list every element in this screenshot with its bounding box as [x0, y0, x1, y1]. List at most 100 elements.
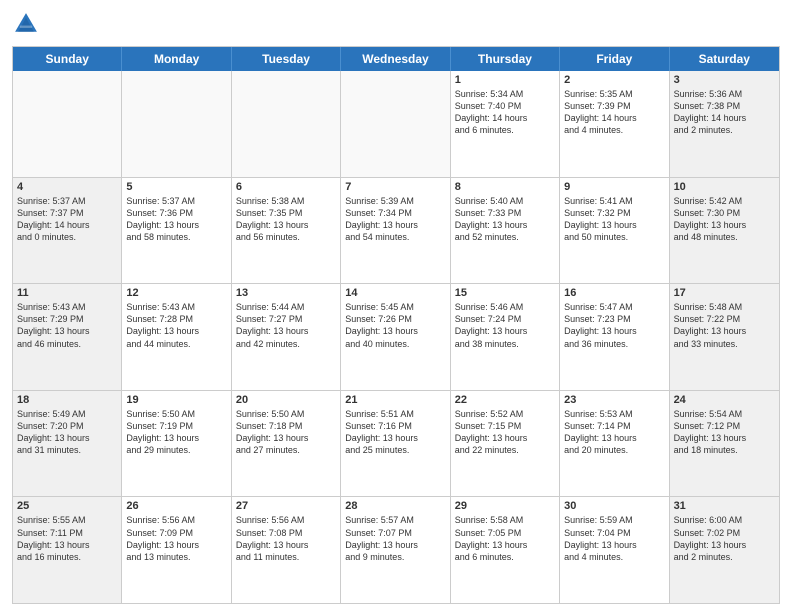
cell-line: Sunset: 7:02 PM	[674, 527, 775, 539]
cell-line: Daylight: 13 hours	[126, 539, 226, 551]
cal-cell-day-3: 3Sunrise: 5:36 AMSunset: 7:38 PMDaylight…	[670, 71, 779, 177]
calendar-row-1: 4 Sunrise: 5:37 AMSunset: 7:37 PM Daylight…	[13, 177, 779, 284]
cell-line: Daylight: 14 hours	[455, 112, 555, 124]
cell-line: Sunset: 7:37 PM	[17, 207, 117, 219]
cell-line: Sunset: 7:08 PM	[236, 527, 336, 539]
cal-cell-day-30: 30Sunrise: 5:59 AMSunset: 7:04 PMDayligh…	[560, 497, 669, 603]
cell-line: Sunrise: 5:37 AM	[17, 195, 117, 207]
header	[12, 10, 780, 38]
cal-cell-day-4: 4Sunrise: 5:37 AMSunset: 7:37 PMDaylight…	[13, 178, 122, 284]
day-number: 28	[345, 500, 445, 512]
cell-line: and 48 minutes.	[674, 231, 775, 243]
cell-line: and 54 minutes.	[345, 231, 445, 243]
cal-cell-day-15: 15Sunrise: 5:46 AMSunset: 7:24 PMDayligh…	[451, 284, 560, 390]
cell-line: and 36 minutes.	[564, 338, 664, 350]
cell-line: and 52 minutes.	[455, 231, 555, 243]
cell-line: Sunrise: 5:42 AM	[674, 195, 775, 207]
calendar-row-4: 25Sunrise: 5:55 AMSunset: 7:11 PMDayligh…	[13, 496, 779, 603]
cell-line: Daylight: 13 hours	[564, 325, 664, 337]
cell-line: Daylight: 13 hours	[345, 325, 445, 337]
cell-line: Sunrise: 5:45 AM	[345, 301, 445, 313]
cell-line: Sunset: 7:04 PM	[564, 527, 664, 539]
day-header-saturday: Saturday	[670, 47, 779, 71]
cell-line: Sunrise: 5:53 AM	[564, 408, 664, 420]
cell-line: Daylight: 13 hours	[126, 432, 226, 444]
cell-line: Sunrise: 5:39 AM	[345, 195, 445, 207]
cell-line: and 18 minutes.	[674, 444, 775, 456]
cal-cell-day-13: 13Sunrise: 5:44 AMSunset: 7:27 PMDayligh…	[232, 284, 341, 390]
cell-line: and 2 minutes.	[674, 124, 775, 136]
cal-cell-day-18: 18Sunrise: 5:49 AMSunset: 7:20 PMDayligh…	[13, 391, 122, 497]
cal-cell-day-25: 25Sunrise: 5:55 AMSunset: 7:11 PMDayligh…	[13, 497, 122, 603]
day-number: 19	[126, 394, 226, 406]
cell-line: Daylight: 13 hours	[126, 325, 226, 337]
cell-line: Daylight: 14 hours	[564, 112, 664, 124]
cell-line: and 27 minutes.	[236, 444, 336, 456]
cell-line: Daylight: 13 hours	[455, 432, 555, 444]
cell-line: Daylight: 13 hours	[674, 325, 775, 337]
cell-line: Sunset: 7:40 PM	[455, 100, 555, 112]
cell-line: Sunset: 7:26 PM	[345, 313, 445, 325]
cell-line: Sunset: 7:27 PM	[236, 313, 336, 325]
cell-line: Sunrise: 5:47 AM	[564, 301, 664, 313]
cell-line: Daylight: 13 hours	[674, 219, 775, 231]
day-number: 27	[236, 500, 336, 512]
day-header-sunday: Sunday	[13, 47, 122, 71]
cell-line: and 44 minutes.	[126, 338, 226, 350]
cell-line: Daylight: 13 hours	[345, 539, 445, 551]
cell-line: Sunrise: 5:57 AM	[345, 514, 445, 526]
day-number: 13	[236, 287, 336, 299]
cell-line: and 2 minutes.	[674, 551, 775, 563]
day-number: 24	[674, 394, 775, 406]
cell-line: Sunrise: 5:43 AM	[126, 301, 226, 313]
day-number: 21	[345, 394, 445, 406]
cal-cell-day-31: 31Sunrise: 6:00 AMSunset: 7:02 PMDayligh…	[670, 497, 779, 603]
cell-line: Sunrise: 5:35 AM	[564, 88, 664, 100]
day-number: 15	[455, 287, 555, 299]
calendar-body: 1Sunrise: 5:34 AMSunset: 7:40 PMDaylight…	[13, 71, 779, 603]
cal-cell-day-8: 8Sunrise: 5:40 AMSunset: 7:33 PMDaylight…	[451, 178, 560, 284]
cal-cell-day-7: 7Sunrise: 5:39 AMSunset: 7:34 PMDaylight…	[341, 178, 450, 284]
cell-line: Daylight: 13 hours	[564, 432, 664, 444]
day-number: 10	[674, 181, 775, 193]
day-number: 30	[564, 500, 664, 512]
cell-line: Sunrise: 6:00 AM	[674, 514, 775, 526]
day-header-wednesday: Wednesday	[341, 47, 450, 71]
day-number: 17	[674, 287, 775, 299]
cal-cell-empty	[122, 71, 231, 177]
cell-line: Daylight: 13 hours	[126, 219, 226, 231]
cal-cell-day-24: 24Sunrise: 5:54 AMSunset: 7:12 PMDayligh…	[670, 391, 779, 497]
cell-line: Sunrise: 5:34 AM	[455, 88, 555, 100]
day-number: 4	[17, 181, 117, 193]
cell-line: Sunset: 7:11 PM	[17, 527, 117, 539]
cell-line: Sunset: 7:23 PM	[564, 313, 664, 325]
cell-line: Sunrise: 5:48 AM	[674, 301, 775, 313]
cell-line: and 0 minutes.	[17, 231, 117, 243]
cell-line: Daylight: 13 hours	[455, 325, 555, 337]
cal-cell-day-10: 10Sunrise: 5:42 AMSunset: 7:30 PMDayligh…	[670, 178, 779, 284]
cell-line: Sunset: 7:39 PM	[564, 100, 664, 112]
cell-line: Daylight: 13 hours	[674, 539, 775, 551]
cell-line: Daylight: 13 hours	[345, 219, 445, 231]
day-number: 8	[455, 181, 555, 193]
day-number: 1	[455, 74, 555, 86]
cell-line: Daylight: 13 hours	[17, 432, 117, 444]
cell-line: and 13 minutes.	[126, 551, 226, 563]
cell-line: and 42 minutes.	[236, 338, 336, 350]
cell-line: and 22 minutes.	[455, 444, 555, 456]
cal-cell-day-1: 1 Sunrise: 5:34 AMSunset: 7:40 PMDaylight…	[451, 71, 560, 177]
day-number: 7	[345, 181, 445, 193]
cell-line: Sunrise: 5:38 AM	[236, 195, 336, 207]
cal-cell-empty	[13, 71, 122, 177]
cell-line: Sunrise: 5:55 AM	[17, 514, 117, 526]
cell-line: Sunset: 7:09 PM	[126, 527, 226, 539]
day-number: 23	[564, 394, 664, 406]
cell-line: Sunset: 7:32 PM	[564, 207, 664, 219]
cell-line: Daylight: 13 hours	[17, 539, 117, 551]
day-number: 18	[17, 394, 117, 406]
cell-line: Sunrise: 5:52 AM	[455, 408, 555, 420]
cell-line: and 4 minutes.	[564, 551, 664, 563]
calendar-row-0: 1Sunrise: 5:34 AMSunset: 7:40 PMDaylight…	[13, 71, 779, 177]
calendar: SundayMondayTuesdayWednesdayThursdayFrid…	[12, 46, 780, 604]
cal-cell-day-5: 5Sunrise: 5:37 AMSunset: 7:36 PMDaylight…	[122, 178, 231, 284]
